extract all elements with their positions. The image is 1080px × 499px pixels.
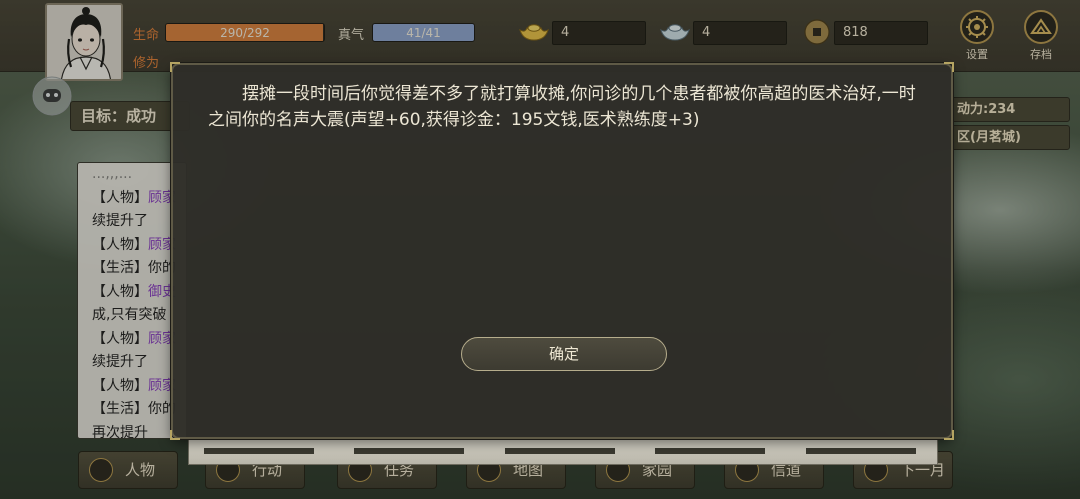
corner-ornament bbox=[944, 430, 954, 440]
corner-ornament bbox=[170, 430, 180, 440]
confirm-button[interactable]: 确定 bbox=[461, 337, 667, 371]
dialog-footer-strip bbox=[188, 439, 938, 465]
dialog-message: 摆摊一段时间后你觉得差不多了就打算收摊,你问诊的几个患者都被你高超的医术治好,一… bbox=[208, 84, 916, 130]
event-dialog: 摆摊一段时间后你觉得差不多了就打算收摊,你问诊的几个患者都被你高超的医术治好,一… bbox=[170, 62, 954, 440]
corner-ornament bbox=[944, 62, 954, 72]
corner-ornament bbox=[170, 62, 180, 72]
